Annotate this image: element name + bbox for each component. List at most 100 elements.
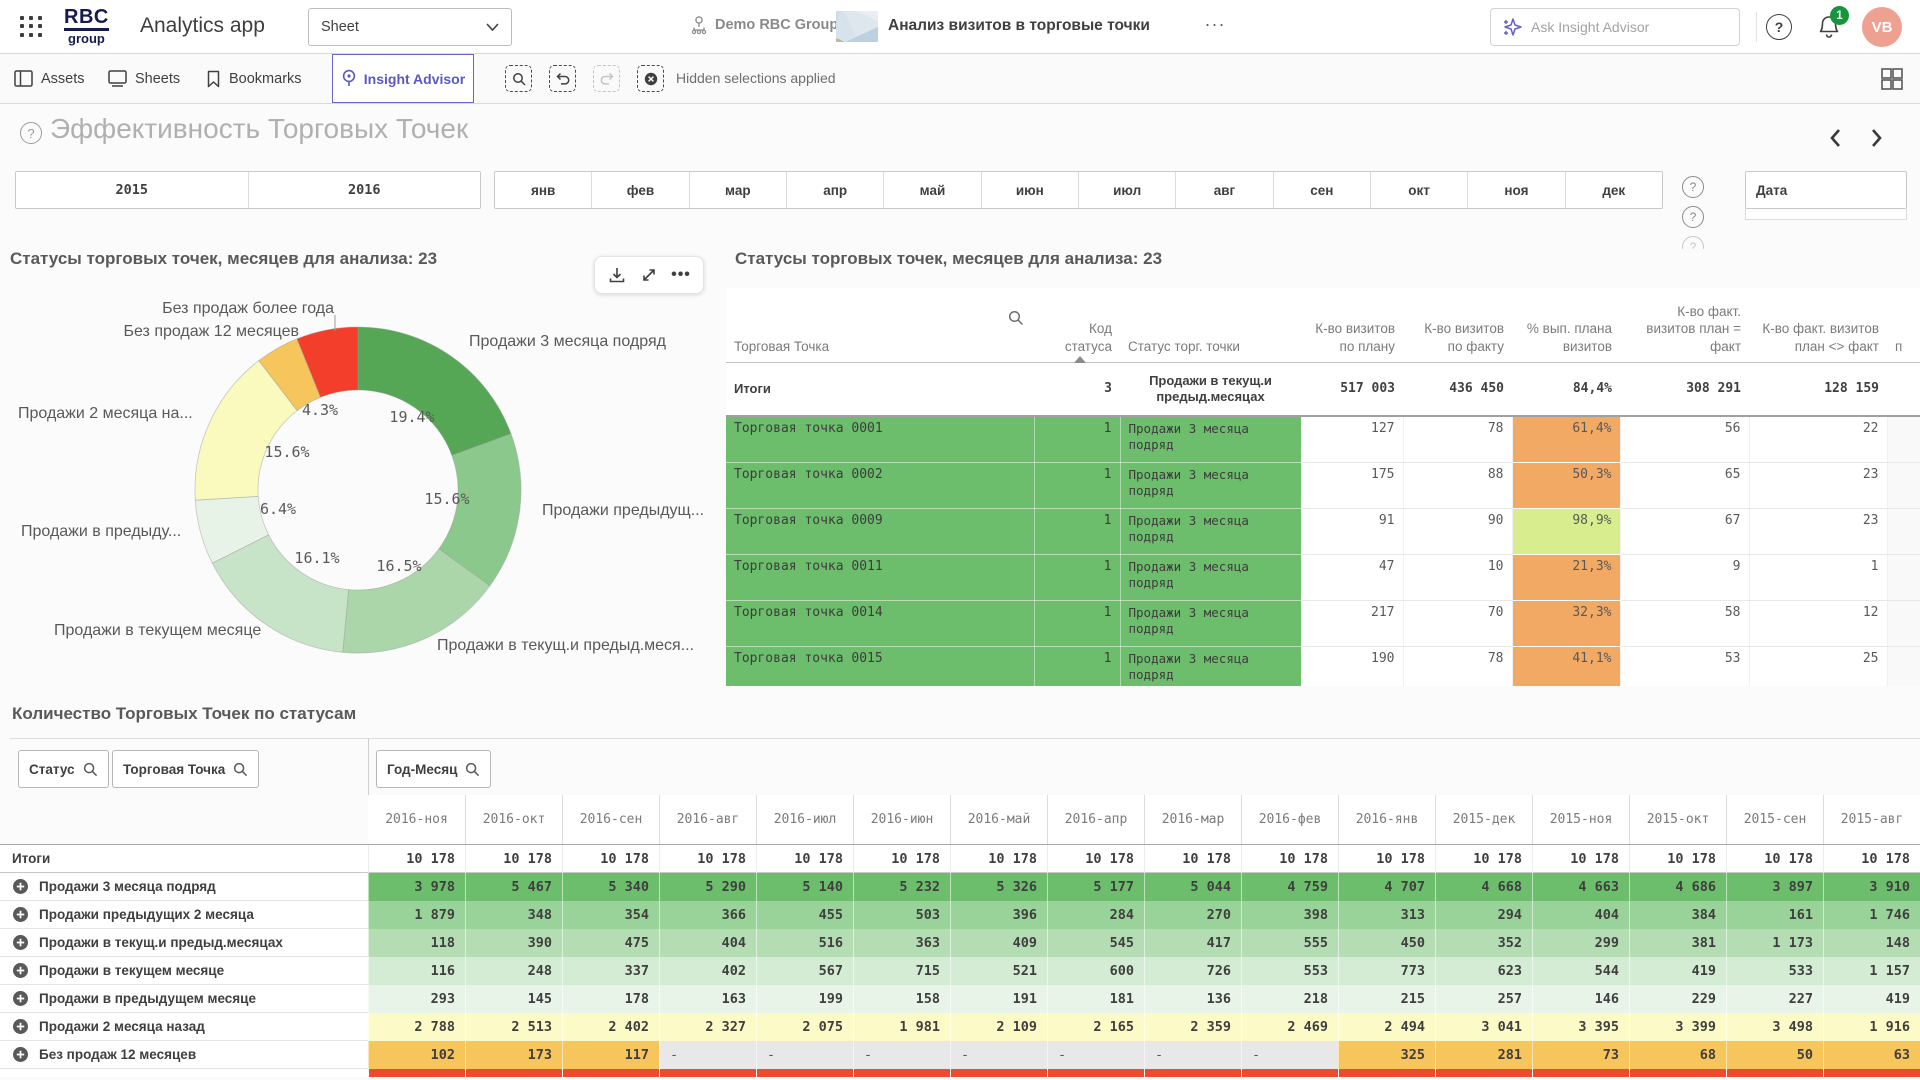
pivot-column-header[interactable]: 2015-дек	[1435, 795, 1532, 844]
month-filter-value[interactable]: мар	[690, 172, 787, 208]
month-filter-value[interactable]: июн	[982, 172, 1079, 208]
column-header[interactable]: Статус торг. точки	[1120, 288, 1301, 362]
sheet-layout-button[interactable]	[1880, 67, 1904, 91]
status-cell[interactable]: Продажи 3 месяца подряд	[1120, 508, 1301, 554]
expand-button[interactable]	[12, 878, 29, 895]
pivot-column-header[interactable]: 2016-май	[950, 795, 1047, 844]
expand-button[interactable]	[12, 962, 29, 979]
pivot-row-label[interactable]: Продажи предыдущих 2 месяца	[39, 907, 254, 922]
store-cell[interactable]: Торговая точка 0002	[726, 462, 1034, 508]
pivot-column-button[interactable]: Год-Месяц	[376, 750, 491, 788]
month-filter-value[interactable]: ноя	[1468, 172, 1565, 208]
status-code-cell[interactable]: 1	[1034, 600, 1120, 646]
pivot-column-header[interactable]: 2016-авг	[659, 795, 756, 844]
status-cell[interactable]: Продажи 3 месяца подряд	[1120, 462, 1301, 508]
pivot-column-header[interactable]: 2015-сен	[1726, 795, 1823, 844]
tab-sheets[interactable]: Sheets	[108, 54, 180, 103]
status-cell[interactable]: Продажи 3 месяца подряд	[1120, 646, 1301, 686]
status-code-cell[interactable]: 1	[1034, 646, 1120, 686]
ask-insight-input[interactable]	[1531, 19, 1711, 35]
pivot-row-label[interactable]: Продажи в текущ.и предыд.месяцах	[39, 935, 283, 950]
status-code-cell[interactable]: 1	[1034, 554, 1120, 600]
selections-back-button[interactable]	[549, 65, 576, 92]
pivot-column-header[interactable]: 2015-авг	[1823, 795, 1920, 844]
month-filter-value[interactable]: фев	[592, 172, 689, 208]
store-cell[interactable]: Торговая точка 0001	[726, 416, 1034, 462]
pivot-dimension-button[interactable]: Статус	[18, 750, 109, 788]
notifications-button[interactable]: 1	[1816, 13, 1846, 43]
sheet-dropdown[interactable]: Sheet	[308, 8, 512, 46]
year-filter-value[interactable]: 2016	[249, 172, 481, 208]
expand-button[interactable]	[12, 906, 29, 923]
year-filter-value[interactable]: 2015	[16, 172, 249, 208]
pivot-column-header[interactable]: 2016-фев	[1241, 795, 1338, 844]
pivot-column-header[interactable]: 2016-сен	[562, 795, 659, 844]
next-sheet-button[interactable]	[1868, 128, 1884, 148]
expand-button[interactable]	[12, 934, 29, 951]
status-code-cell[interactable]: 1	[1034, 508, 1120, 554]
column-header[interactable]: К-во визитов по плану	[1301, 288, 1403, 362]
pivot-column-header[interactable]: 2016-июн	[853, 795, 950, 844]
store-cell[interactable]: Торговая точка 0015	[726, 646, 1034, 686]
month-filter-value[interactable]: июл	[1079, 172, 1176, 208]
expand-button[interactable]	[12, 1018, 29, 1035]
filter-help-icon[interactable]: ?	[1682, 176, 1704, 198]
pivot-dimension-button[interactable]: Торговая Точка	[112, 750, 259, 788]
app-menu-icon[interactable]	[20, 16, 44, 38]
column-header[interactable]: К-во факт. визитов план = факт	[1620, 288, 1749, 362]
pivot-column-header[interactable]: 2016-апр	[1047, 795, 1144, 844]
pivot-column-header[interactable]: 2016-мар	[1144, 795, 1241, 844]
tab-assets[interactable]: Assets	[14, 54, 85, 103]
date-filter-body[interactable]	[1745, 209, 1907, 220]
sheet-help-icon[interactable]: ?	[20, 122, 42, 144]
month-filter-value[interactable]: янв	[495, 172, 592, 208]
search-icon[interactable]	[1008, 310, 1024, 326]
filter-help-icon[interactable]: ?	[1682, 206, 1704, 228]
pivot-row-label[interactable]: Продажи 3 месяца подряд	[39, 879, 216, 894]
pivot-column-header[interactable]: 2015-ноя	[1532, 795, 1629, 844]
month-filter-value[interactable]: май	[884, 172, 981, 208]
month-filter-value[interactable]: окт	[1371, 172, 1468, 208]
date-filter[interactable]: Дата	[1745, 171, 1907, 209]
user-avatar[interactable]: VB	[1862, 7, 1902, 47]
month-filter-value[interactable]: сен	[1274, 172, 1371, 208]
selections-search-button[interactable]	[505, 65, 532, 92]
tab-insight-advisor[interactable]: Insight Advisor	[332, 54, 474, 103]
pivot-column-header[interactable]: 2015-окт	[1629, 795, 1726, 844]
expand-button[interactable]	[12, 990, 29, 1007]
status-code-cell[interactable]: 1	[1034, 416, 1120, 462]
app-more-button[interactable]: ...	[1205, 10, 1226, 31]
help-button[interactable]: ?	[1766, 14, 1792, 40]
column-header[interactable]: К-во факт. визитов план <> факт	[1749, 288, 1887, 362]
column-header[interactable]: п	[1887, 288, 1920, 362]
month-filter-value[interactable]: апр	[787, 172, 884, 208]
previous-sheet-button[interactable]	[1828, 128, 1844, 148]
column-header[interactable]: Торговая Точка	[726, 288, 1034, 362]
insight-advisor-search[interactable]	[1490, 8, 1740, 46]
selections-forward-button[interactable]	[593, 65, 620, 92]
tab-bookmarks[interactable]: Bookmarks	[206, 54, 302, 103]
space-selector[interactable]: Demo RBC Group	[690, 15, 838, 35]
column-header[interactable]: Код статуса	[1034, 288, 1120, 362]
month-filter-value[interactable]: авг	[1176, 172, 1273, 208]
pivot-row-label[interactable]: Продажи в предыдущем месяце	[39, 991, 256, 1006]
column-header[interactable]: К-во визитов по факту	[1403, 288, 1512, 362]
pivot-row-label[interactable]: Продажи 2 месяца назад	[39, 1019, 205, 1034]
pivot-row-label[interactable]: Без продаж 12 месяцев	[39, 1047, 196, 1062]
store-cell[interactable]: Торговая точка 0009	[726, 508, 1034, 554]
status-cell[interactable]: Продажи 3 месяца подряд	[1120, 600, 1301, 646]
status-cell[interactable]: Продажи 3 месяца подряд	[1120, 416, 1301, 462]
column-header[interactable]: % вып. плана визитов	[1512, 288, 1620, 362]
status-code-cell[interactable]: 1	[1034, 462, 1120, 508]
store-cell[interactable]: Торговая точка 0014	[726, 600, 1034, 646]
month-filter-value[interactable]: дек	[1566, 172, 1662, 208]
store-cell[interactable]: Торговая точка 0011	[726, 554, 1034, 600]
pivot-column-header[interactable]: 2016-янв	[1338, 795, 1435, 844]
clear-selections-button[interactable]	[637, 65, 664, 92]
status-cell[interactable]: Продажи 3 месяца подряд	[1120, 554, 1301, 600]
pivot-column-header[interactable]: 2016-ноя	[368, 795, 465, 844]
pivot-column-header[interactable]: 2016-июл	[756, 795, 853, 844]
pivot-row-label[interactable]: Продажи в текущем месяце	[39, 963, 224, 978]
pivot-column-header[interactable]: 2016-окт	[465, 795, 562, 844]
expand-button[interactable]	[12, 1046, 29, 1063]
